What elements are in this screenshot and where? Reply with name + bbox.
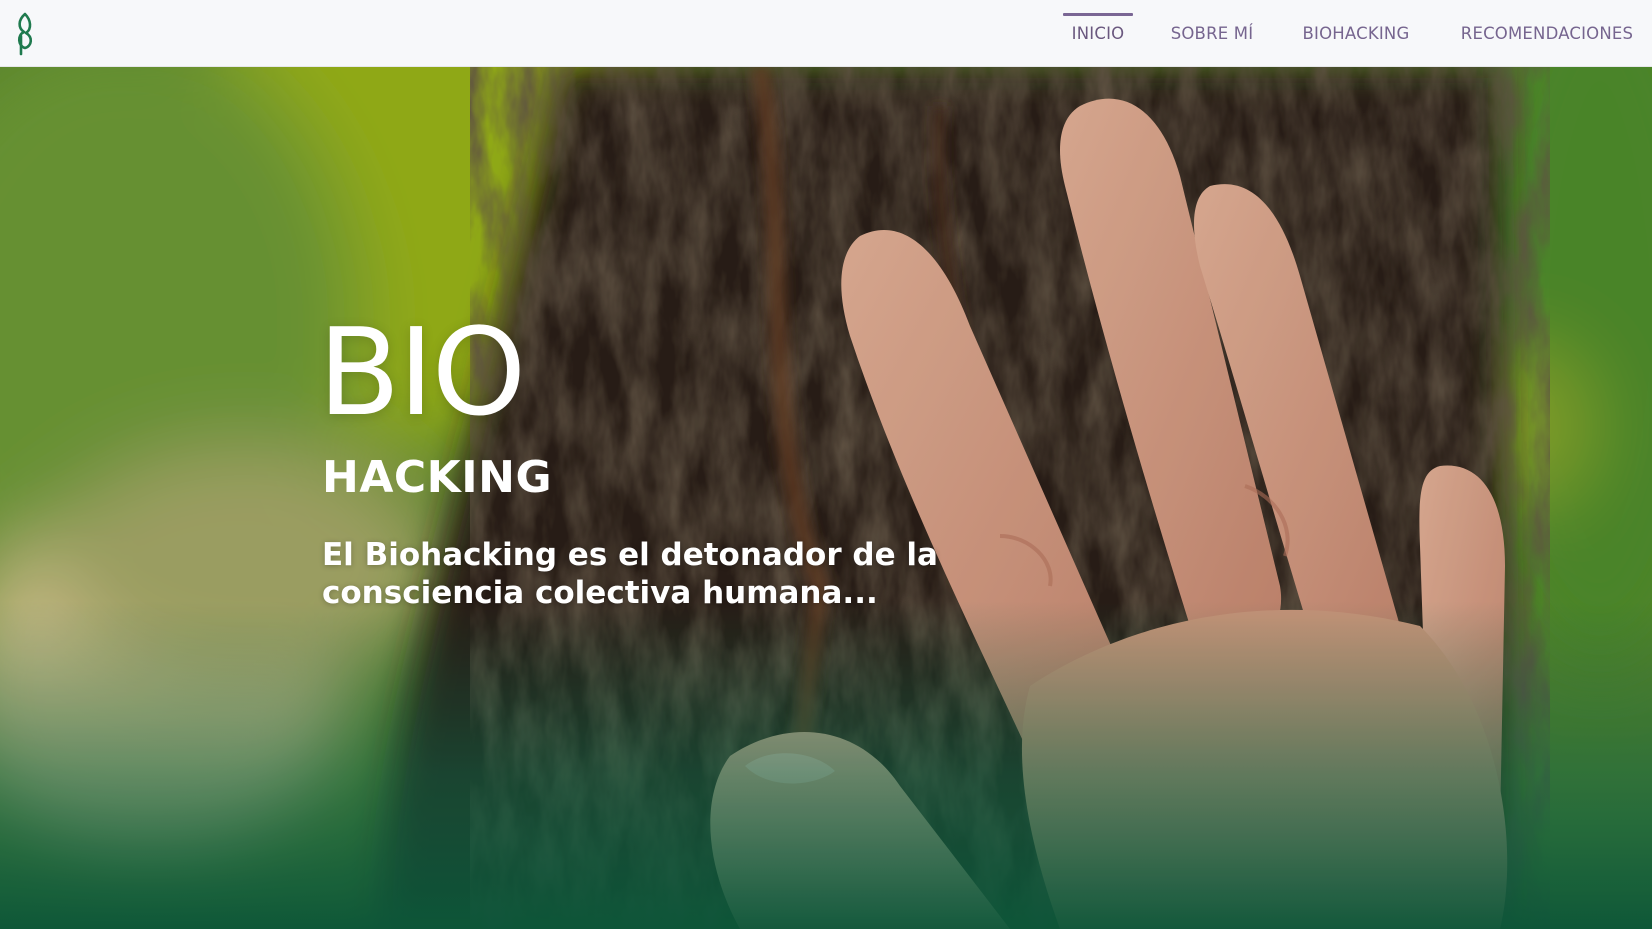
leaf-b-logo-icon xyxy=(17,12,33,56)
hero-section: BIO HACKING El Biohacking es el detonado… xyxy=(0,66,1652,929)
nav-item-label: INICIO xyxy=(1071,23,1125,43)
nav-item-recomendaciones[interactable]: RECOMENDACIONES xyxy=(1456,0,1638,66)
hero-subtitle: HACKING xyxy=(322,452,553,503)
nav-item-label: RECOMENDACIONES xyxy=(1460,23,1634,43)
site-logo[interactable] xyxy=(12,10,38,56)
hero-title: BIO xyxy=(318,304,526,443)
hero-tagline: El Biohacking es el detonador de la cons… xyxy=(322,537,938,611)
top-navbar: INICIO SOBRE MÍ BIOHACKING RECOMENDACION… xyxy=(0,0,1652,67)
active-nav-indicator xyxy=(1063,13,1133,16)
nav-item-label: BIOHACKING xyxy=(1302,23,1410,43)
hero-background-image xyxy=(0,66,1652,929)
nav-item-sobre-mi[interactable]: SOBRE MÍ xyxy=(1166,0,1258,66)
nav-item-label: SOBRE MÍ xyxy=(1170,23,1254,43)
nav-item-biohacking[interactable]: BIOHACKING xyxy=(1297,0,1415,66)
nav-item-inicio[interactable]: INICIO xyxy=(1063,0,1133,66)
